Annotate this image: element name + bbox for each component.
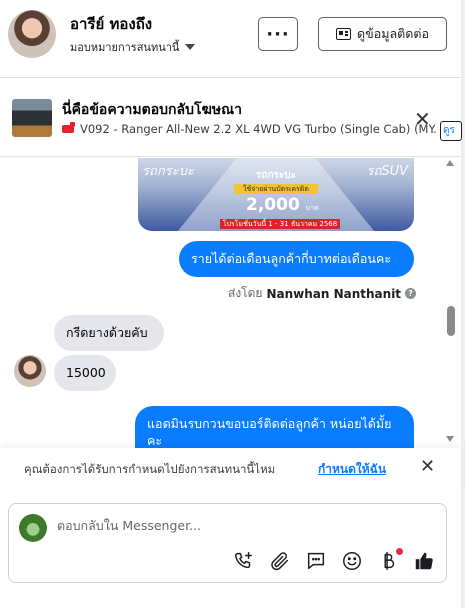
assign-conversation-dropdown[interactable]: มอบหมายการสนทนานี้ xyxy=(70,38,196,56)
conversation-panel: อารีย์ ทองถึง มอบหมายการสนทนานี้ ··· ดูข… xyxy=(0,0,462,608)
help-icon[interactable]: ? xyxy=(405,288,417,299)
like-thumbs-up-icon[interactable] xyxy=(413,550,435,572)
incoming-message[interactable]: กรีดยางด้วยคับ xyxy=(54,315,164,351)
contact-avatar[interactable] xyxy=(8,10,56,58)
promo-amount-value: 2,000 xyxy=(246,195,300,215)
page-avatar[interactable] xyxy=(19,514,47,542)
chevron-down-icon xyxy=(185,44,196,50)
outgoing-message[interactable]: แอดมินรบกวนขอบอร์ติดต่อลูกค้า หน่อยได้มั… xyxy=(135,406,414,448)
assign-prompt-bar: คุณต้องการได้รับการกำหนดไปยังการสนทนานี้… xyxy=(0,448,461,490)
promo-strip: ใช้จ่ายผ่านบัตรเครดิต xyxy=(234,184,318,194)
attach-file-icon[interactable] xyxy=(269,550,291,572)
promo-footer: โปรโมชั่นวันนี้ 1 - 31 ธันวาคม 2568 xyxy=(220,219,340,229)
message-composer xyxy=(8,503,447,583)
ad-tag-button[interactable]: ดูร xyxy=(440,121,462,141)
add-call-icon[interactable] xyxy=(233,550,255,572)
promo-amount: 2,000 บาท xyxy=(246,195,319,215)
conversation-header: อารีย์ ทองถึง มอบหมายการสนทนานี้ ··· ดูข… xyxy=(0,0,461,78)
promo-left-text: รถกระบะ xyxy=(142,164,194,179)
notification-dot xyxy=(396,548,403,555)
message-thread[interactable]: รถกระบะ รถSUV รถกระบะ ใช้จ่ายผ่านบัตรเคร… xyxy=(0,158,461,448)
sent-by-name: Nanwhan Nanthanit xyxy=(266,286,402,301)
ad-reply-subtitle: V092 - Ranger All-New 2.2 XL 4WD VG Turb… xyxy=(62,122,436,136)
incoming-message[interactable]: 15000 xyxy=(54,355,116,391)
promo-right-text: รถSUV xyxy=(366,164,408,179)
assign-label: มอบหมายการสนทนานี้ xyxy=(70,41,180,54)
scroll-down-arrow-icon[interactable] xyxy=(446,436,454,442)
contact-name[interactable]: อารีย์ ทองถึง xyxy=(70,12,152,36)
close-ad-banner-icon[interactable]: ✕ xyxy=(414,109,431,129)
ad-reply-title: นี่คือข้อความตอบกลับโฆษณา xyxy=(62,102,242,118)
sent-by-line: ส่งโดย Nanwhan Nanthanit ? xyxy=(228,284,417,303)
more-options-button[interactable]: ··· xyxy=(258,17,298,51)
ad-thumbnail[interactable] xyxy=(12,99,52,137)
outgoing-message[interactable]: รายได้ต่อเดือนลูกค้ากี่บาทต่อเดือนคะ xyxy=(179,241,414,277)
promo-headline: รถกระบะ xyxy=(256,170,296,181)
scrollbar-thumb[interactable] xyxy=(447,306,455,336)
ad-subtitle-text: V092 - Ranger All-New 2.2 XL 4WD VG Turb… xyxy=(80,122,436,136)
sender-avatar xyxy=(14,355,46,387)
assign-to-me-link[interactable]: กำหนดให้ฉัน xyxy=(318,460,386,479)
reply-input[interactable] xyxy=(57,518,427,533)
assign-prompt-text: คุณต้องการได้รับการกำหนดไปยังการสนทนานี้… xyxy=(24,462,276,476)
sent-by-prefix: ส่งโดย xyxy=(228,286,263,300)
emoji-icon[interactable] xyxy=(341,550,363,572)
view-contact-info-label: ดูข้อมูลติดต่อ xyxy=(357,26,429,41)
truck-icon xyxy=(62,122,75,133)
saved-reply-icon[interactable] xyxy=(305,550,327,572)
view-contact-info-button[interactable]: ดูข้อมูลติดต่อ xyxy=(318,17,447,51)
ad-reply-banner: นี่คือข้อความตอบกลับโฆษณา V092 - Ranger … xyxy=(0,79,461,157)
contact-card-icon xyxy=(336,28,352,40)
promo-image-message[interactable]: รถกระบะ รถSUV รถกระบะ ใช้จ่ายผ่านบัตรเคร… xyxy=(138,158,414,231)
scroll-up-arrow-icon[interactable] xyxy=(446,160,454,166)
close-prompt-icon[interactable]: ✕ xyxy=(420,458,435,476)
promo-amount-unit: บาท xyxy=(305,204,319,212)
thread-scrollbar[interactable] xyxy=(445,160,457,446)
